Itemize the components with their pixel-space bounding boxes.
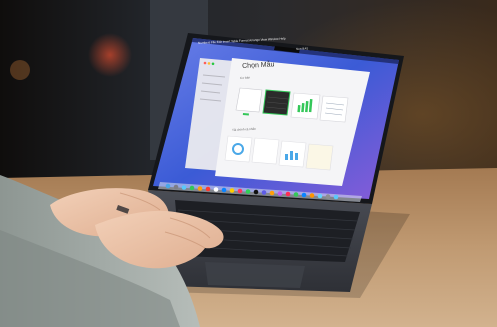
scene-illustration — [0, 0, 497, 327]
photo-laptop-scene: Numbers File Edit Insert Table Format Ar… — [0, 0, 497, 327]
